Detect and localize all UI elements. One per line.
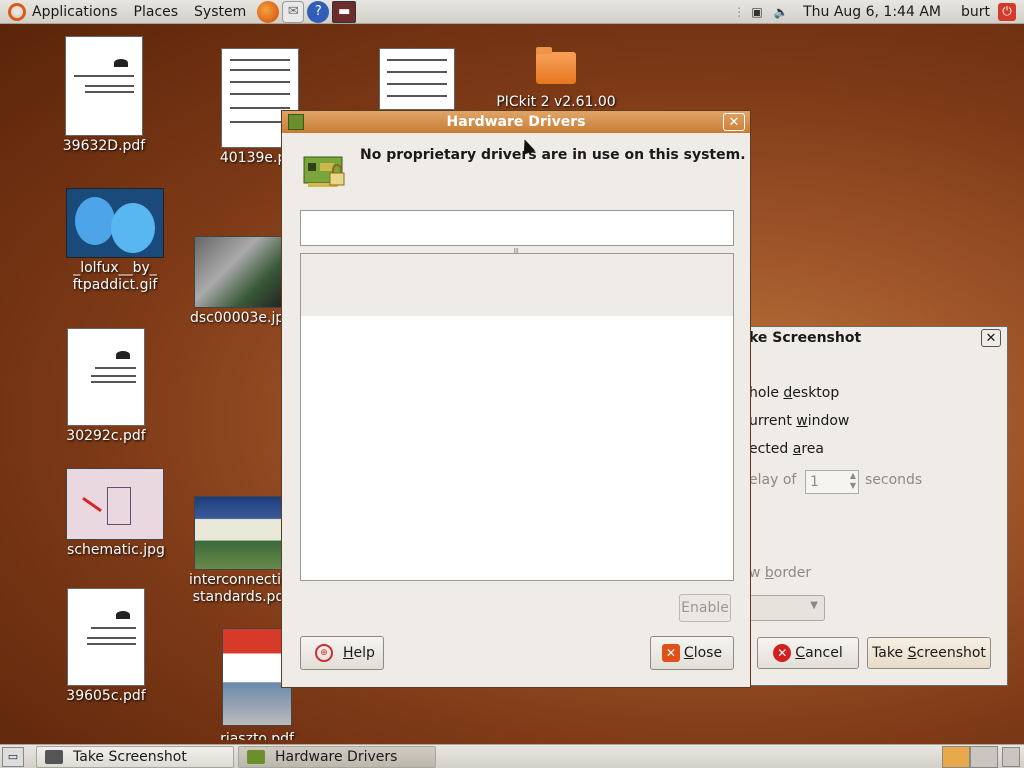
mail-icon[interactable]: ✉ [282,0,305,23]
option-current-window[interactable]: urrent window [749,413,849,429]
driver-list[interactable] [300,253,734,581]
system-tray: ⋮ ▣ 🔈 Thu Aug 6, 1:44 AM burt ⏻ [733,0,1024,24]
driver-details-field[interactable] [300,210,734,246]
workspace-2[interactable] [970,745,998,768]
window-title: Hardware Drivers [446,114,586,130]
title-bar[interactable]: Hardware Drivers ✕ [282,111,750,133]
delay-spinner[interactable]: 1 ▲ ▼ [805,470,859,494]
workspace-switcher[interactable] [942,745,998,768]
take-screenshot-button[interactable]: Take Screenshot [867,637,991,669]
close-button[interactable]: ✕ Close [650,636,734,670]
task-label: Take Screenshot [73,748,187,765]
trash-icon[interactable] [1002,746,1020,767]
delay-unit-label: seconds [865,472,923,488]
drag-handle-icon: ⋮ [733,4,746,19]
option-whole-desktop[interactable]: hole desktop [749,385,839,401]
driver-list-header [301,254,733,316]
lifebuoy-icon: ⊕ [315,644,333,662]
spinner-arrows-icon[interactable]: ▲ ▼ [850,471,856,491]
hardware-chip-icon [303,156,345,187]
help-button[interactable]: ⊕ Help [300,636,384,670]
chip-icon [288,114,304,130]
enable-button[interactable]: Enable [679,594,731,622]
firefox-icon[interactable] [257,0,280,23]
user-switcher[interactable]: burt [951,4,994,20]
top-panel: Applications Places System ✉ ? ▬ ⋮ ▣ 🔈 T… [0,0,1024,24]
desktop-icon-lolfux[interactable]: _lolfux__by_ ftpaddict.gif [56,188,174,294]
show-desktop-icon[interactable]: ▭ [2,746,24,767]
workspace-1[interactable] [942,745,970,768]
icon-label: 30292c.pdf [66,428,146,444]
effect-combo[interactable]: ▼ [749,595,825,621]
desktop-icon-dsc00003e[interactable]: dsc00003e.jpg [190,236,294,327]
cancel-icon: ✕ [773,644,792,662]
desktop-icon-30292c[interactable]: 30292c.pdf [56,328,156,445]
places-menu[interactable]: Places [126,0,187,24]
border-option[interactable]: w border [749,565,811,581]
desktop-icon-schematic[interactable]: schematic.jpg [56,468,176,559]
pdf-thumbnail-icon [379,48,455,110]
close-icon[interactable]: ✕ [723,113,745,131]
icon-label: interconnection standards.pdf [189,572,299,605]
clock[interactable]: Thu Aug 6, 1:44 AM [793,4,951,20]
icon-label: PICkit 2 v2.61.00 [496,94,616,110]
bottom-panel: ▭ Take Screenshot Hardware Drivers [0,744,1024,768]
image-thumbnail-icon [194,236,284,308]
help-icon[interactable]: ? [307,0,330,23]
desktop-icon-interconnection[interactable]: interconnection standards.pdf [186,496,299,606]
terminal-icon[interactable]: ▬ [332,0,357,23]
delay-label: elay of [749,472,797,488]
desktop-icon-39632d[interactable]: 39632D.pdf [54,36,154,155]
icon-label: riaszto.pdf [220,731,294,740]
hardware-drivers-window: Hardware Drivers ✕ No proprietary driver… [281,110,751,688]
chevron-down-icon: ▼ [810,600,818,611]
icon-label: 39605c.pdf [66,688,146,704]
chip-icon [247,749,265,764]
folder-icon [536,47,576,84]
icon-label: _lolfux__by_ ftpaddict.gif [72,260,158,293]
system-menu[interactable]: System [186,0,254,24]
desktop-icon-unnamed-pdf[interactable] [378,48,456,110]
status-message: No proprietary drivers are in use on thi… [360,147,746,163]
task-take-screenshot[interactable]: Take Screenshot [36,745,234,768]
cancel-button[interactable]: ✕ Cancel [757,637,859,669]
power-icon[interactable]: ⏻ [998,2,1016,21]
network-icon[interactable]: ▣ [748,4,766,20]
take-screenshot-window: ke Screenshot ✕ hole desktop urrent wind… [748,326,1008,686]
ubuntu-logo-icon[interactable] [8,2,26,21]
icon-label: schematic.jpg [67,542,165,558]
pdf-thumbnail-icon [194,496,290,570]
close-icon: ✕ [661,644,680,662]
pdf-thumbnail-icon [65,36,143,136]
icon-label: 39632D.pdf [62,138,146,154]
close-icon[interactable]: ✕ [981,329,1001,347]
volume-icon[interactable]: 🔈 [772,4,790,20]
option-selected-area[interactable]: ected area [749,441,824,457]
task-hardware-drivers[interactable]: Hardware Drivers [238,745,436,768]
image-thumbnail-icon [66,468,164,540]
pdf-thumbnail-icon [67,328,145,426]
applications-menu[interactable]: Applications [32,0,126,24]
image-thumbnail-icon [66,188,164,258]
camera-icon [45,749,63,764]
task-label: Hardware Drivers [275,748,398,765]
icon-label: dsc00003e.jpg [190,310,294,326]
desktop-icon-39605c[interactable]: 39605c.pdf [56,588,156,705]
pdf-thumbnail-icon [67,588,145,686]
window-title: ke Screenshot [749,327,1007,349]
desktop-icon-pickit2[interactable]: PICkit 2 v2.61.00 [496,47,616,111]
